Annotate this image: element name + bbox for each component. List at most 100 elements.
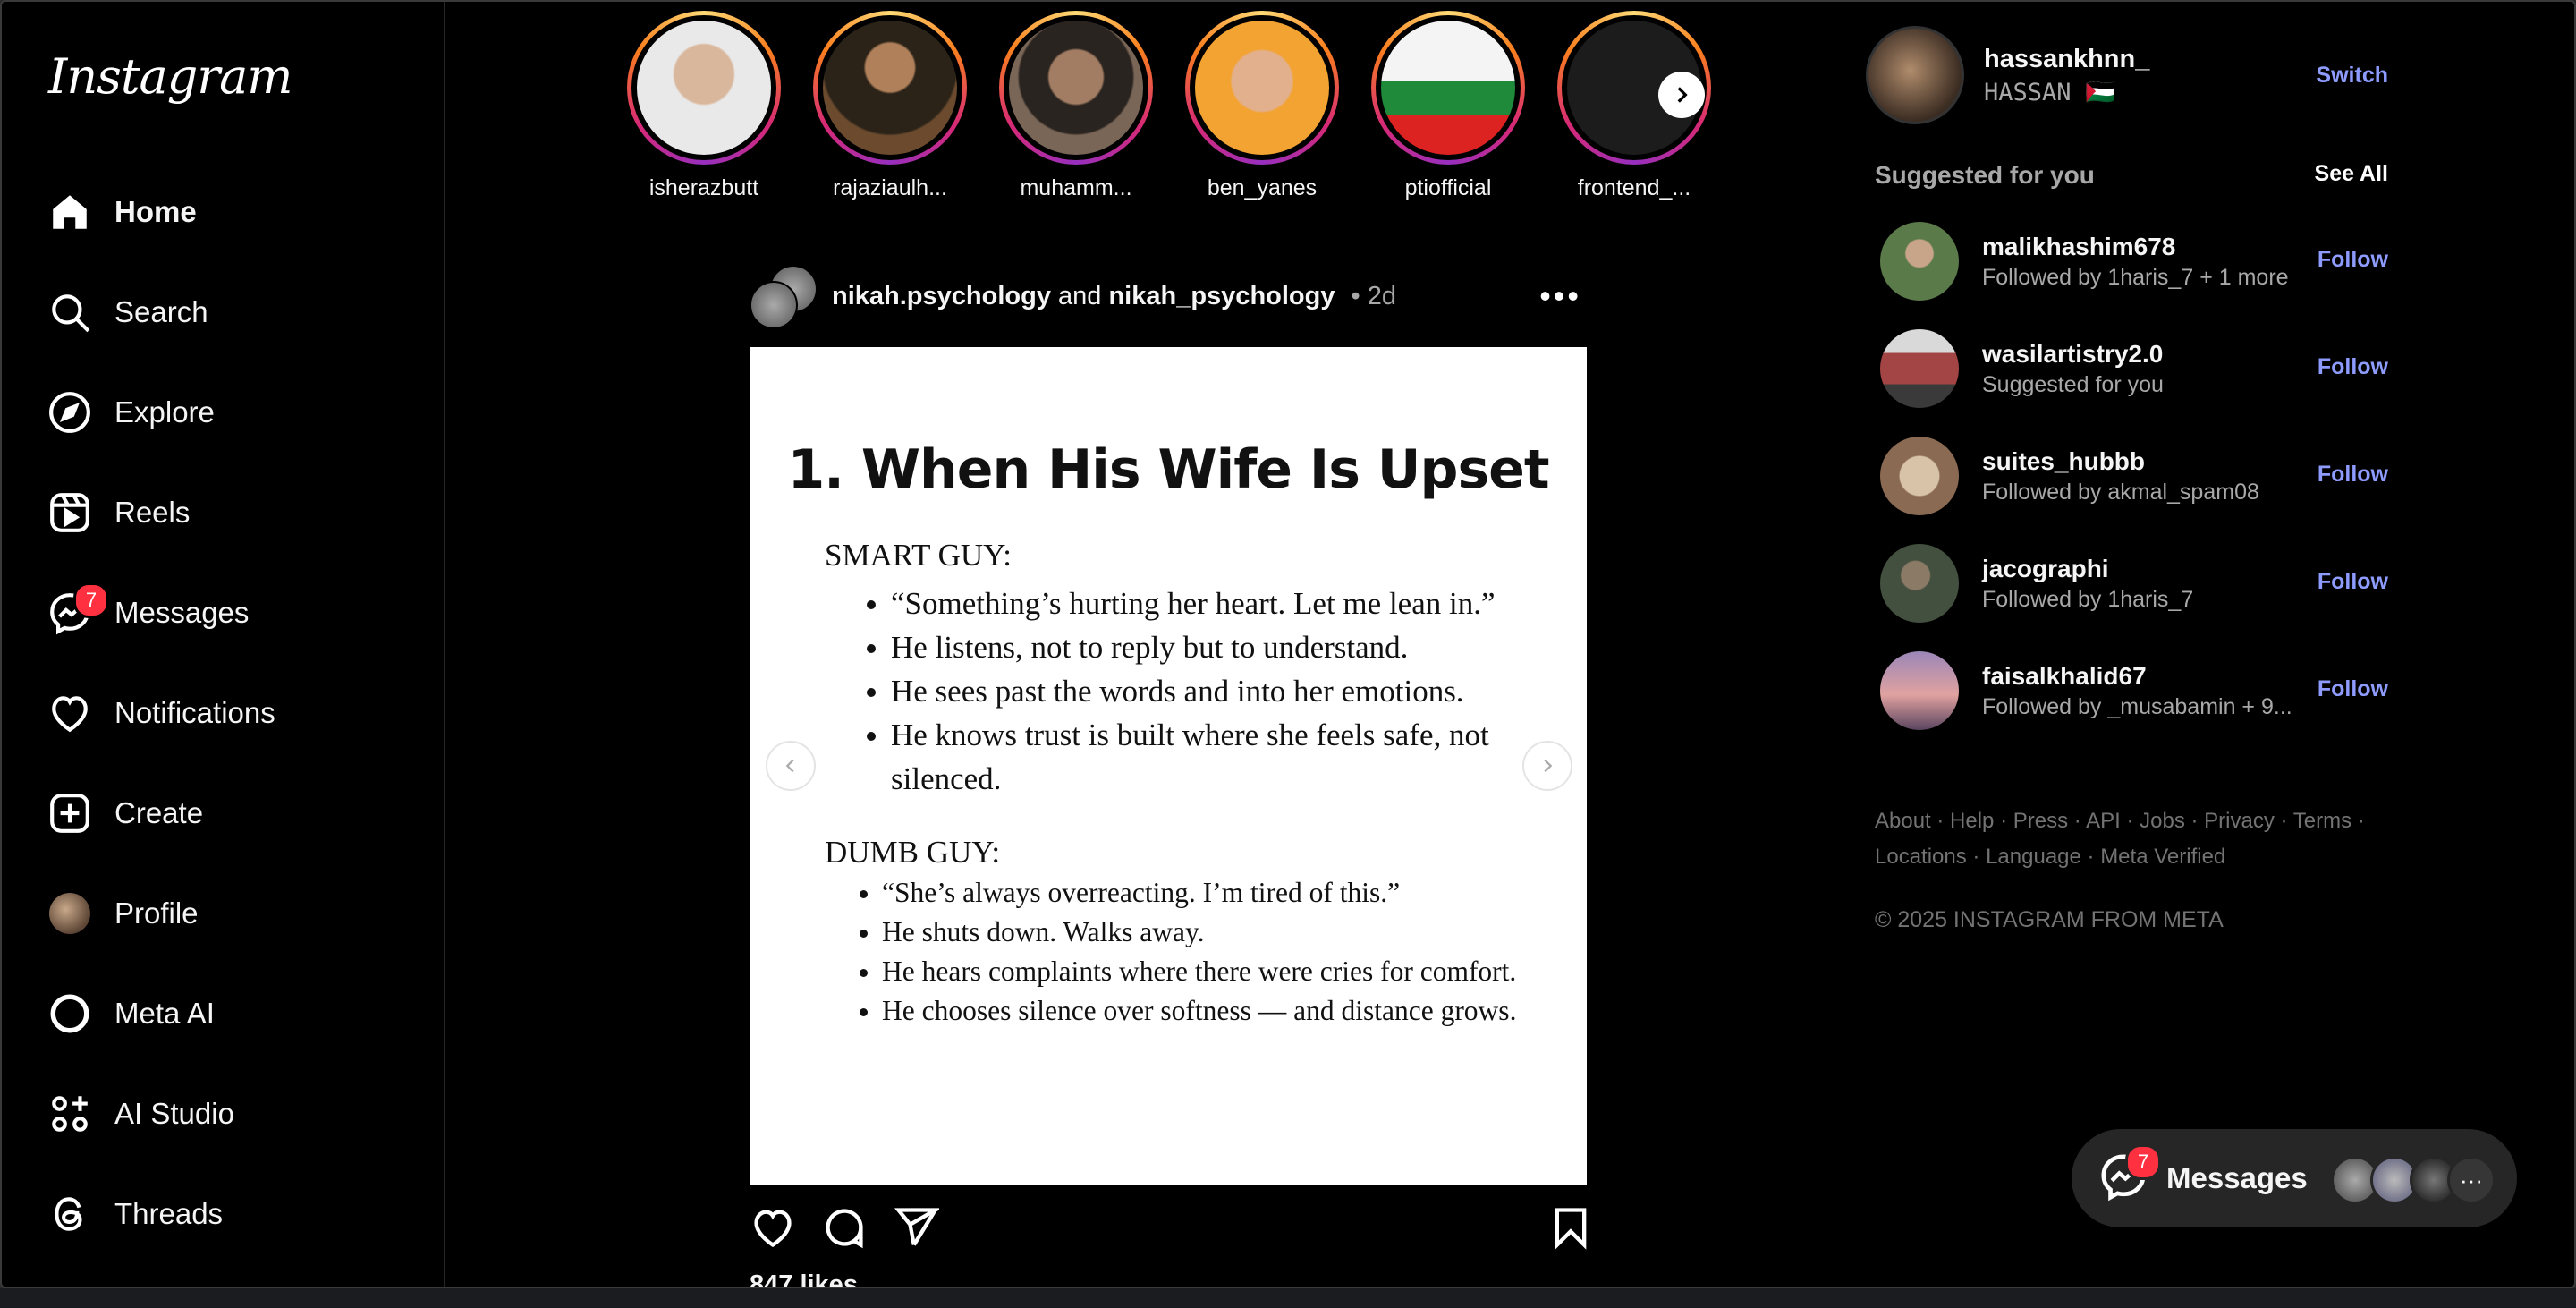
footer-link[interactable]: Language bbox=[1986, 845, 2081, 869]
nav-messages[interactable]: 7 Messages bbox=[27, 570, 420, 656]
messages-pill-button[interactable]: 7 Messages ··· bbox=[2072, 1129, 2517, 1227]
story-username: frontend_... bbox=[1577, 175, 1691, 200]
sidebar: Instagram Home Search Explore Reels 7 Me… bbox=[2, 2, 445, 1287]
story-avatar bbox=[637, 21, 771, 155]
messenger-icon: 7 bbox=[2098, 1144, 2161, 1205]
story-item[interactable]: muhamm... bbox=[991, 11, 1161, 201]
current-user: hassankhnn_ HASSAN 🇵🇸 Switch bbox=[1866, 26, 2388, 124]
carousel-next-button[interactable] bbox=[1522, 741, 1572, 791]
home-icon bbox=[45, 187, 95, 237]
avatar[interactable] bbox=[1880, 222, 1959, 301]
footer-link[interactable]: Locations bbox=[1875, 845, 1967, 869]
suggestion-username[interactable]: faisalkhalid67 bbox=[1982, 662, 2304, 691]
stories-next-button[interactable] bbox=[1658, 72, 1705, 118]
nav-home[interactable]: Home bbox=[27, 169, 420, 255]
nav-profile[interactable]: Profile bbox=[27, 871, 420, 956]
post-image-list-1: “Something’s hurting her heart. Let me l… bbox=[857, 582, 1517, 801]
recent-chat-avatars: ··· bbox=[2331, 1156, 2501, 1204]
story-username: isherazbutt bbox=[648, 175, 759, 200]
suggestion-username[interactable]: jacographi bbox=[1982, 555, 2304, 583]
story-avatar bbox=[823, 21, 957, 155]
post-author-1[interactable]: nikah.psychology bbox=[832, 282, 1051, 310]
messenger-icon: 7 bbox=[45, 582, 109, 638]
suggestion-username[interactable]: suites_hubbb bbox=[1982, 447, 2304, 476]
post-header: nikah.psychology and nikah_psychology • … bbox=[750, 265, 1590, 329]
ai-studio-icon bbox=[45, 1089, 95, 1139]
bookmark-icon[interactable] bbox=[1547, 1204, 1594, 1251]
story-item[interactable]: ptiofficial bbox=[1363, 11, 1533, 201]
avatar[interactable] bbox=[1880, 437, 1959, 515]
suggestion-reason: Followed by _musabamin + 9... bbox=[1982, 693, 2292, 719]
suggestion-username[interactable]: wasilartistry2.0 bbox=[1982, 340, 2304, 369]
nav-search-label: Search bbox=[114, 295, 208, 328]
list-item: He shuts down. Walks away. bbox=[882, 913, 1597, 952]
nav-create[interactable]: Create bbox=[27, 770, 420, 856]
follow-button[interactable]: Follow bbox=[2318, 569, 2388, 595]
switch-account-button[interactable]: Switch bbox=[2316, 63, 2388, 89]
suggestions-title: Suggested for you bbox=[1875, 161, 2095, 189]
avatar[interactable] bbox=[1866, 26, 1964, 124]
nav-reels[interactable]: Reels bbox=[27, 470, 420, 556]
nav-explore-label: Explore bbox=[114, 395, 215, 429]
nav-search[interactable]: Search bbox=[27, 269, 420, 355]
follow-button[interactable]: Follow bbox=[2318, 462, 2388, 488]
suggestion-reason: Followed by 1haris_7 + 1 more bbox=[1982, 264, 2289, 290]
follow-button[interactable]: Follow bbox=[2318, 247, 2388, 273]
footer-link[interactable]: Jobs bbox=[2140, 809, 2185, 833]
avatar[interactable] bbox=[1880, 544, 1959, 623]
suggestion-username[interactable]: malikhashim678 bbox=[1982, 233, 2304, 261]
post-image[interactable]: 1. When His Wife Is Upset SMART GUY: “So… bbox=[750, 347, 1587, 1185]
post-likes[interactable]: 847 likes bbox=[750, 1270, 858, 1287]
avatar[interactable] bbox=[1880, 329, 1959, 408]
chevron-right-icon bbox=[1677, 87, 1688, 103]
avatar[interactable] bbox=[1880, 651, 1959, 730]
story-item[interactable]: rajaziaulh... bbox=[805, 11, 975, 201]
footer-link[interactable]: Terms bbox=[2293, 809, 2351, 833]
messages-pill-label: Messages bbox=[2166, 1161, 2308, 1194]
current-display-name: HASSAN 🇵🇸 bbox=[1984, 78, 2116, 106]
story-item[interactable]: isherazbutt bbox=[619, 11, 789, 201]
footer-link[interactable]: API bbox=[2086, 809, 2121, 833]
follow-button[interactable]: Follow bbox=[2318, 354, 2388, 380]
see-all-link[interactable]: See All bbox=[2315, 161, 2388, 190]
footer-link[interactable]: Help bbox=[1950, 809, 1994, 833]
suggestion-item: malikhashim678 Followed by 1haris_7 + 1 … bbox=[1880, 220, 2388, 302]
follow-button[interactable]: Follow bbox=[2318, 676, 2388, 702]
footer-link[interactable]: Meta Verified bbox=[2100, 845, 2225, 869]
avatar bbox=[49, 893, 90, 934]
footer-links: About · Help · Press · API · Jobs · Priv… bbox=[1875, 809, 2365, 869]
nav-notifications[interactable]: Notifications bbox=[27, 670, 420, 756]
post-authors: nikah.psychology and nikah_psychology • … bbox=[832, 282, 1396, 311]
story-item[interactable]: ben_yanes bbox=[1177, 11, 1347, 201]
more-options-icon[interactable]: ••• bbox=[1539, 277, 1581, 315]
nav-ai-studio[interactable]: AI Studio bbox=[27, 1071, 420, 1157]
messages-badge: 7 bbox=[73, 582, 109, 618]
comment-icon[interactable] bbox=[821, 1204, 868, 1251]
footer-link[interactable]: Press bbox=[2013, 809, 2068, 833]
nav-threads[interactable]: Threads bbox=[27, 1171, 420, 1257]
nav-notifications-label: Notifications bbox=[114, 696, 275, 729]
current-username[interactable]: hassankhnn_ bbox=[1984, 45, 2149, 74]
story-ring bbox=[627, 11, 781, 165]
post-author-avatar[interactable] bbox=[750, 265, 818, 329]
suggestion-reason: Followed by akmal_spam08 bbox=[1982, 479, 2259, 505]
carousel-prev-button[interactable] bbox=[766, 741, 816, 791]
list-item: He knows trust is built where she feels … bbox=[891, 713, 1517, 801]
post-author-2[interactable]: nikah_psychology bbox=[1108, 282, 1335, 310]
story-avatar bbox=[1009, 21, 1143, 155]
nav-create-label: Create bbox=[114, 796, 204, 829]
share-icon[interactable] bbox=[893, 1204, 939, 1251]
instagram-logo[interactable]: Instagram bbox=[48, 48, 292, 105]
footer-link[interactable]: Privacy bbox=[2204, 809, 2275, 833]
like-heart-icon[interactable] bbox=[750, 1204, 796, 1251]
story-username: rajaziaulh... bbox=[833, 175, 947, 200]
post-image-list-2: “She’s always overreacting. I’m tired of… bbox=[848, 873, 1597, 1031]
nav-explore[interactable]: Explore bbox=[27, 369, 420, 455]
story-username: ben_yanes bbox=[1207, 175, 1318, 200]
nav-reels-label: Reels bbox=[114, 496, 191, 529]
suggestion-item: faisalkhalid67 Followed by _musabamin + … bbox=[1880, 650, 2388, 732]
nav-meta-ai[interactable]: Meta AI bbox=[27, 971, 420, 1057]
meta-ai-icon bbox=[45, 989, 95, 1039]
suggestion-reason: Suggested for you bbox=[1982, 371, 2164, 397]
footer-link[interactable]: About bbox=[1875, 809, 1931, 833]
